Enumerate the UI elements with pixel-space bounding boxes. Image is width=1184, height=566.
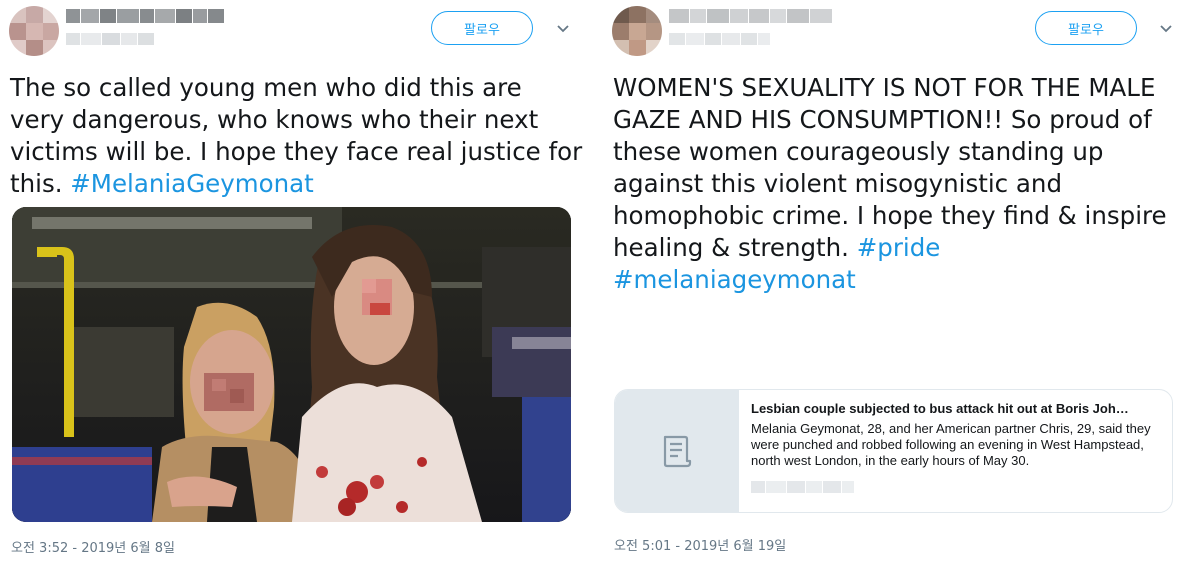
tweet-text-line: this. #MelaniaGeymonat (10, 168, 582, 200)
tweet-text-line: #melaniageymonat (613, 264, 1167, 296)
tweet-text: The so called young men who did this are… (10, 72, 582, 200)
handle-blurred[interactable] (66, 33, 154, 45)
tweet-text-fragment: this. (10, 169, 71, 198)
card-title[interactable]: Lesbian couple subjected to bus attack h… (751, 400, 1163, 418)
chevron-down-icon[interactable] (1159, 24, 1173, 34)
card-domain-blurred (751, 481, 1163, 493)
tweet-text-fragment: healing & strength. (613, 233, 857, 262)
link-preview-card[interactable]: Lesbian couple subjected to bus attack h… (614, 389, 1173, 513)
bus-photo-image (12, 207, 571, 522)
tweet-text-line: these women courageously standing up (613, 137, 1104, 166)
tweet-timestamp[interactable]: 오전 3:52 - 2019년 6월 8일 (11, 537, 175, 556)
tweet-text-line: against this violent misogynistic and (613, 169, 1063, 198)
handle-blurred[interactable] (669, 33, 770, 45)
avatar[interactable] (612, 6, 662, 56)
tweet-card: 팔로우 The so called young men who did this… (0, 0, 592, 566)
hashtag-link[interactable]: #pride (857, 233, 941, 262)
tweet-text-line: victims will be. I hope they face real j… (10, 137, 583, 166)
display-name-blurred[interactable] (66, 9, 224, 23)
card-description: Melania Geymonat, 28, and her American p… (751, 421, 1151, 468)
card-thumbnail (615, 390, 739, 512)
avatar[interactable] (9, 6, 59, 56)
article-icon (663, 435, 692, 468)
follow-button[interactable]: 팔로우 (431, 11, 533, 45)
tweet-text-line: homophobic crime. I hope they find & ins… (613, 201, 1167, 230)
tweet-text: WOMEN'S SEXUALITY IS NOT FOR THE MALE GA… (613, 72, 1167, 296)
follow-button[interactable]: 팔로우 (1035, 11, 1137, 45)
display-name-blurred[interactable] (669, 9, 832, 23)
tweet-text-line: WOMEN'S SEXUALITY IS NOT FOR THE MALE (613, 73, 1156, 102)
tweet-text-line: The so called young men who did this are (10, 73, 522, 102)
hashtag-link[interactable]: #MelaniaGeymonat (70, 169, 313, 198)
tweet-text-line: very dangerous, who knows who their next (10, 105, 539, 134)
hashtag-link[interactable]: #melaniageymonat (613, 265, 856, 294)
tweet-card: 팔로우 WOMEN'S SEXUALITY IS NOT FOR THE MAL… (603, 0, 1184, 566)
tweet-timestamp[interactable]: 오전 5:01 - 2019년 6월 19일 (614, 535, 786, 554)
tweet-photo[interactable] (12, 207, 571, 522)
tweet-text-line: GAZE AND HIS CONSUMPTION!! So proud of (613, 105, 1152, 134)
chevron-down-icon[interactable] (556, 24, 570, 34)
tweet-text-line: healing & strength. #pride (613, 232, 1167, 264)
